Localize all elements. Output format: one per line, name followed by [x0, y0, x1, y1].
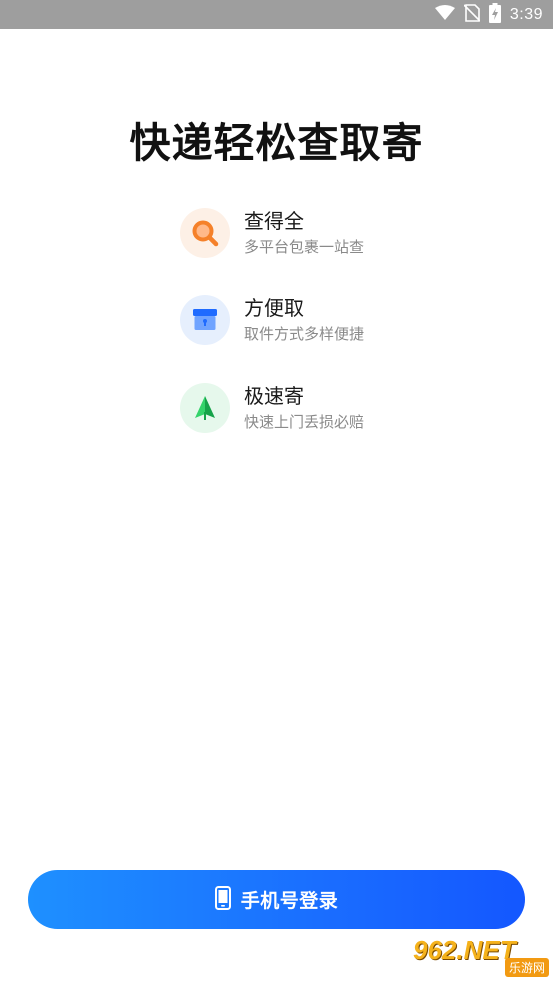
- phone-login-button[interactable]: 手机号登录: [28, 870, 525, 929]
- status-time: 3:39: [509, 5, 543, 23]
- watermark-logo-text: 962.NET: [413, 935, 516, 965]
- no-sim-icon: [463, 3, 481, 26]
- feature-subtitle: 多平台包裹一站查: [244, 238, 365, 256]
- watermark-logo: 962.NET 乐游网: [413, 937, 549, 977]
- parcel-locker-icon: [180, 295, 230, 345]
- feature-subtitle: 快速上门丢损必赔: [244, 413, 365, 431]
- feature-title: 极速寄: [244, 384, 304, 408]
- feature-item-pickup: 方便取 取件方式多样便捷: [180, 295, 480, 345]
- status-bar: 3:39: [0, 0, 553, 29]
- wifi-icon: [434, 4, 455, 25]
- paper-plane-icon: [180, 383, 230, 433]
- page-headline: 快递轻松查取寄: [129, 119, 424, 167]
- login-button-label: 手机号登录: [240, 890, 339, 912]
- phone-icon: [214, 885, 231, 914]
- feature-title: 查得全: [244, 209, 304, 233]
- feature-title: 方便取: [244, 296, 304, 320]
- status-icons: 3:39: [434, 0, 543, 29]
- watermark-subtext: 乐游网: [504, 958, 549, 977]
- feature-subtitle: 取件方式多样便捷: [244, 325, 365, 343]
- battery-charging-icon: [488, 2, 501, 27]
- feature-item-send: 极速寄 快速上门丢损必赔: [180, 383, 480, 433]
- search-icon: [180, 208, 230, 258]
- feature-item-search: 查得全 多平台包裹一站查: [180, 208, 480, 258]
